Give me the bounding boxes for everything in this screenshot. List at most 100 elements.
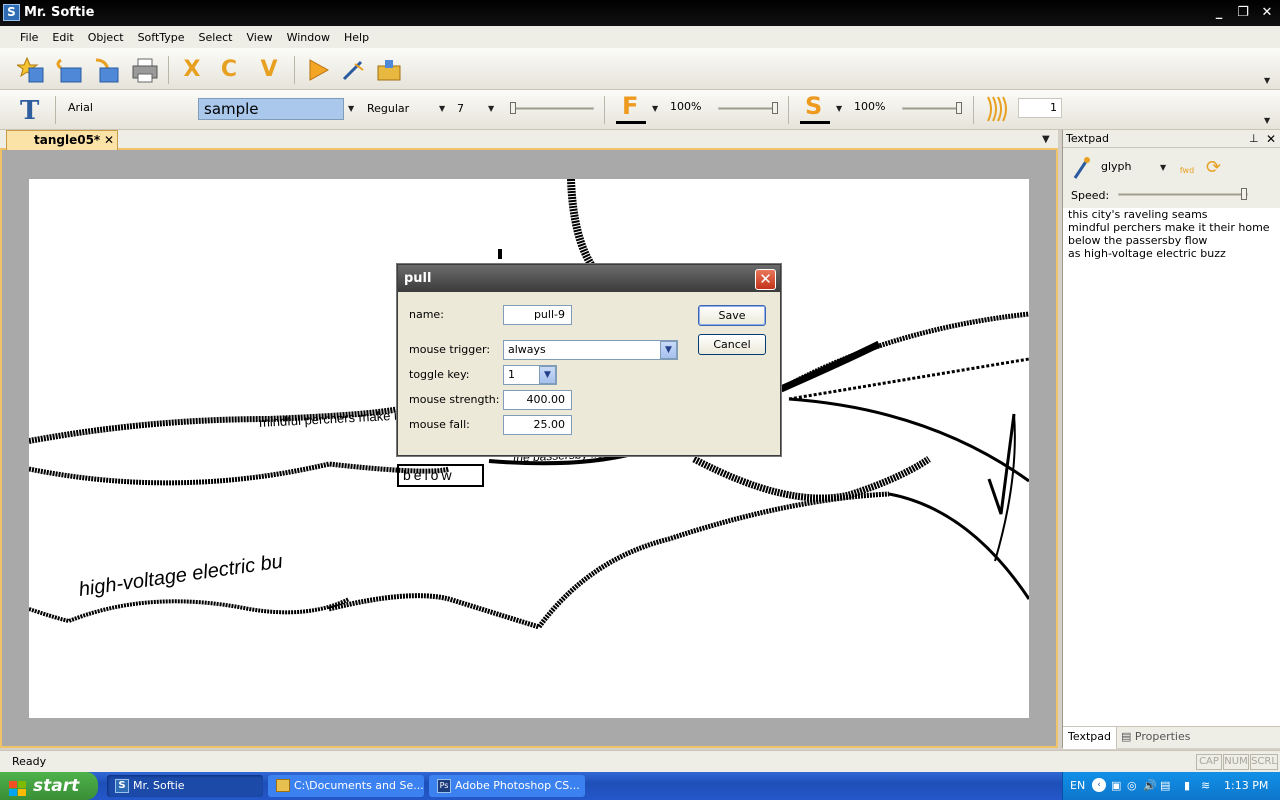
status-text: Ready	[12, 755, 47, 768]
tray-app-icon[interactable]: ◎	[1127, 779, 1137, 792]
tray-volume-icon[interactable]: 🔊	[1143, 779, 1157, 792]
x-tool-icon[interactable]: X	[178, 56, 206, 84]
text-path-below: below	[403, 467, 455, 483]
sample-text-field[interactable]: sample	[198, 98, 344, 120]
mouse-fall-label: mouse fall:	[409, 418, 470, 431]
menu-select[interactable]: Select	[192, 31, 240, 44]
menu-window[interactable]: Window	[280, 31, 337, 44]
textpad-line: mindful perchers make it their home	[1068, 221, 1270, 234]
dialog-title: pull	[398, 265, 780, 292]
title-bar[interactable]: S Mr. Softie _ ❐ ✕	[0, 0, 1280, 26]
menu-file[interactable]: File	[13, 31, 45, 44]
speed-slider-thumb[interactable]	[1241, 188, 1247, 200]
status-bar: Ready CAP NUM SCRL	[0, 750, 1280, 772]
font-size-slider[interactable]	[510, 107, 594, 110]
toggle-key-dropdown-icon[interactable]: ▼	[539, 366, 556, 384]
refresh-icon[interactable]: ⟳	[1206, 157, 1221, 178]
stroke-opacity-slider-thumb[interactable]	[956, 102, 962, 114]
anchor-handle[interactable]	[498, 249, 502, 259]
start-label: start	[33, 776, 80, 796]
font-size-field[interactable]: 7	[457, 102, 464, 115]
open-icon[interactable]	[55, 56, 83, 84]
font-style-field[interactable]: Regular	[367, 102, 409, 115]
app-icon: S	[3, 4, 20, 21]
tray-wifi-icon[interactable]: ≋	[1201, 779, 1210, 792]
glyph-mode-dropdown-icon[interactable]: ▼	[1160, 163, 1166, 172]
glyph-brush-icon[interactable]	[1071, 156, 1093, 180]
font-name-field[interactable]: Arial	[64, 99, 196, 117]
fill-opacity-slider-thumb[interactable]	[772, 102, 778, 114]
textpad-line: as high-voltage electric buzz	[1068, 247, 1226, 260]
tab-properties[interactable]: ▤ Properties	[1121, 730, 1190, 743]
folder-icon[interactable]	[375, 56, 403, 84]
mouse-strength-field[interactable]: 400.00	[503, 390, 572, 410]
menu-help[interactable]: Help	[337, 31, 376, 44]
tab-textpad[interactable]: Textpad	[1063, 727, 1117, 749]
toolbar-overflow-icon[interactable]: ▼	[1264, 76, 1270, 85]
textpad-panel: Textpad ⊥ ✕ glyph ▼ fwd ⟳ Speed: this ci…	[1062, 130, 1280, 749]
menu-edit[interactable]: Edit	[45, 31, 80, 44]
stroke-dropdown-icon[interactable]: ▼	[836, 104, 842, 113]
font-size-dropdown-icon[interactable]: ▼	[488, 104, 494, 113]
fill-dropdown-icon[interactable]: ▼	[652, 104, 658, 113]
start-button[interactable]: start	[0, 772, 98, 800]
font-style-dropdown-icon[interactable]: ▼	[439, 104, 445, 113]
stroke-opacity-field[interactable]: 100%	[850, 98, 894, 116]
panel-tabs: Textpad ▤ Properties	[1063, 726, 1280, 749]
stroke-opacity-slider[interactable]	[902, 107, 962, 110]
system-tray: EN ‹ ▣ ◎ 🔊 ▤ ▮ ≋ 1:13 PM	[1062, 772, 1280, 800]
clock[interactable]: 1:13 PM	[1224, 779, 1268, 792]
count-field[interactable]: 1	[1018, 98, 1062, 118]
cancel-button[interactable]: Cancel	[698, 334, 766, 355]
glyph-mode-field[interactable]: glyph	[1101, 160, 1132, 173]
task-mr-softie[interactable]: S Mr. Softie	[107, 775, 263, 797]
tab-list-dropdown-icon[interactable]: ▼	[1042, 134, 1050, 145]
close-panel-icon[interactable]: ✕	[1266, 130, 1276, 148]
textpad-content[interactable]: this city's raveling seams mindful perch…	[1068, 208, 1270, 260]
scrl-indicator: SCRL	[1250, 754, 1278, 770]
menu-softtype[interactable]: SoftType	[131, 31, 192, 44]
play-icon[interactable]	[304, 56, 332, 84]
task-explorer[interactable]: C:\Documents and Se...	[268, 775, 424, 797]
toolbar2-overflow-icon[interactable]: ▼	[1264, 116, 1270, 125]
new-star-icon[interactable]	[15, 56, 45, 84]
font-size-slider-thumb[interactable]	[510, 102, 516, 114]
speed-slider[interactable]	[1118, 193, 1248, 196]
tray-expand-icon[interactable]: ‹	[1092, 778, 1106, 792]
text-tool-icon[interactable]: T	[20, 96, 39, 126]
mouse-trigger-select[interactable]: always	[503, 340, 678, 360]
menu-object[interactable]: Object	[81, 31, 131, 44]
close-icon[interactable]: ✕	[1257, 4, 1277, 22]
tab-document[interactable]: tangle05* ✕	[6, 130, 118, 150]
fill-opacity-slider[interactable]	[718, 107, 778, 110]
sample-dropdown-icon[interactable]: ▼	[348, 104, 354, 113]
text-toolbar: T Arial sample ▼ Regular ▼ 7 ▼ F ▼ 100% …	[0, 90, 1280, 130]
minimize-icon[interactable]: _	[1209, 4, 1229, 22]
tray-network-icon[interactable]: ▤	[1160, 779, 1170, 792]
fill-icon[interactable]: F	[622, 92, 638, 120]
repeat-lines-icon[interactable]	[984, 95, 1012, 126]
save-button[interactable]: Save	[698, 305, 766, 326]
v-tool-icon[interactable]: V	[255, 56, 283, 84]
tray-battery-icon[interactable]: ▮	[1184, 779, 1190, 792]
pin-icon[interactable]: ⊥	[1249, 130, 1259, 148]
mouse-fall-field[interactable]: 25.00	[503, 415, 572, 435]
textpad-line: this city's raveling seams	[1068, 208, 1208, 221]
tray-monitor-icon[interactable]: ▣	[1111, 779, 1121, 792]
maximize-icon[interactable]: ❐	[1233, 4, 1253, 22]
task-photoshop[interactable]: Ps Adobe Photoshop CS...	[429, 775, 585, 797]
properties-icon: ▤	[1121, 730, 1135, 743]
print-icon[interactable]	[131, 56, 159, 84]
stroke-icon[interactable]: S	[805, 92, 822, 120]
wand-icon[interactable]	[339, 56, 367, 84]
menu-view[interactable]: View	[239, 31, 279, 44]
import-icon[interactable]	[92, 56, 120, 84]
fill-opacity-field[interactable]: 100%	[666, 98, 710, 116]
language-indicator[interactable]: EN	[1070, 779, 1085, 792]
forward-icon[interactable]: fwd	[1177, 157, 1197, 177]
dialog-close-icon[interactable]: ✕	[755, 269, 776, 290]
mouse-trigger-dropdown-icon[interactable]: ▼	[660, 341, 677, 359]
c-tool-icon[interactable]: C	[215, 56, 243, 84]
name-field[interactable]: pull-9	[503, 305, 572, 325]
close-tab-icon[interactable]: ✕	[104, 131, 114, 149]
